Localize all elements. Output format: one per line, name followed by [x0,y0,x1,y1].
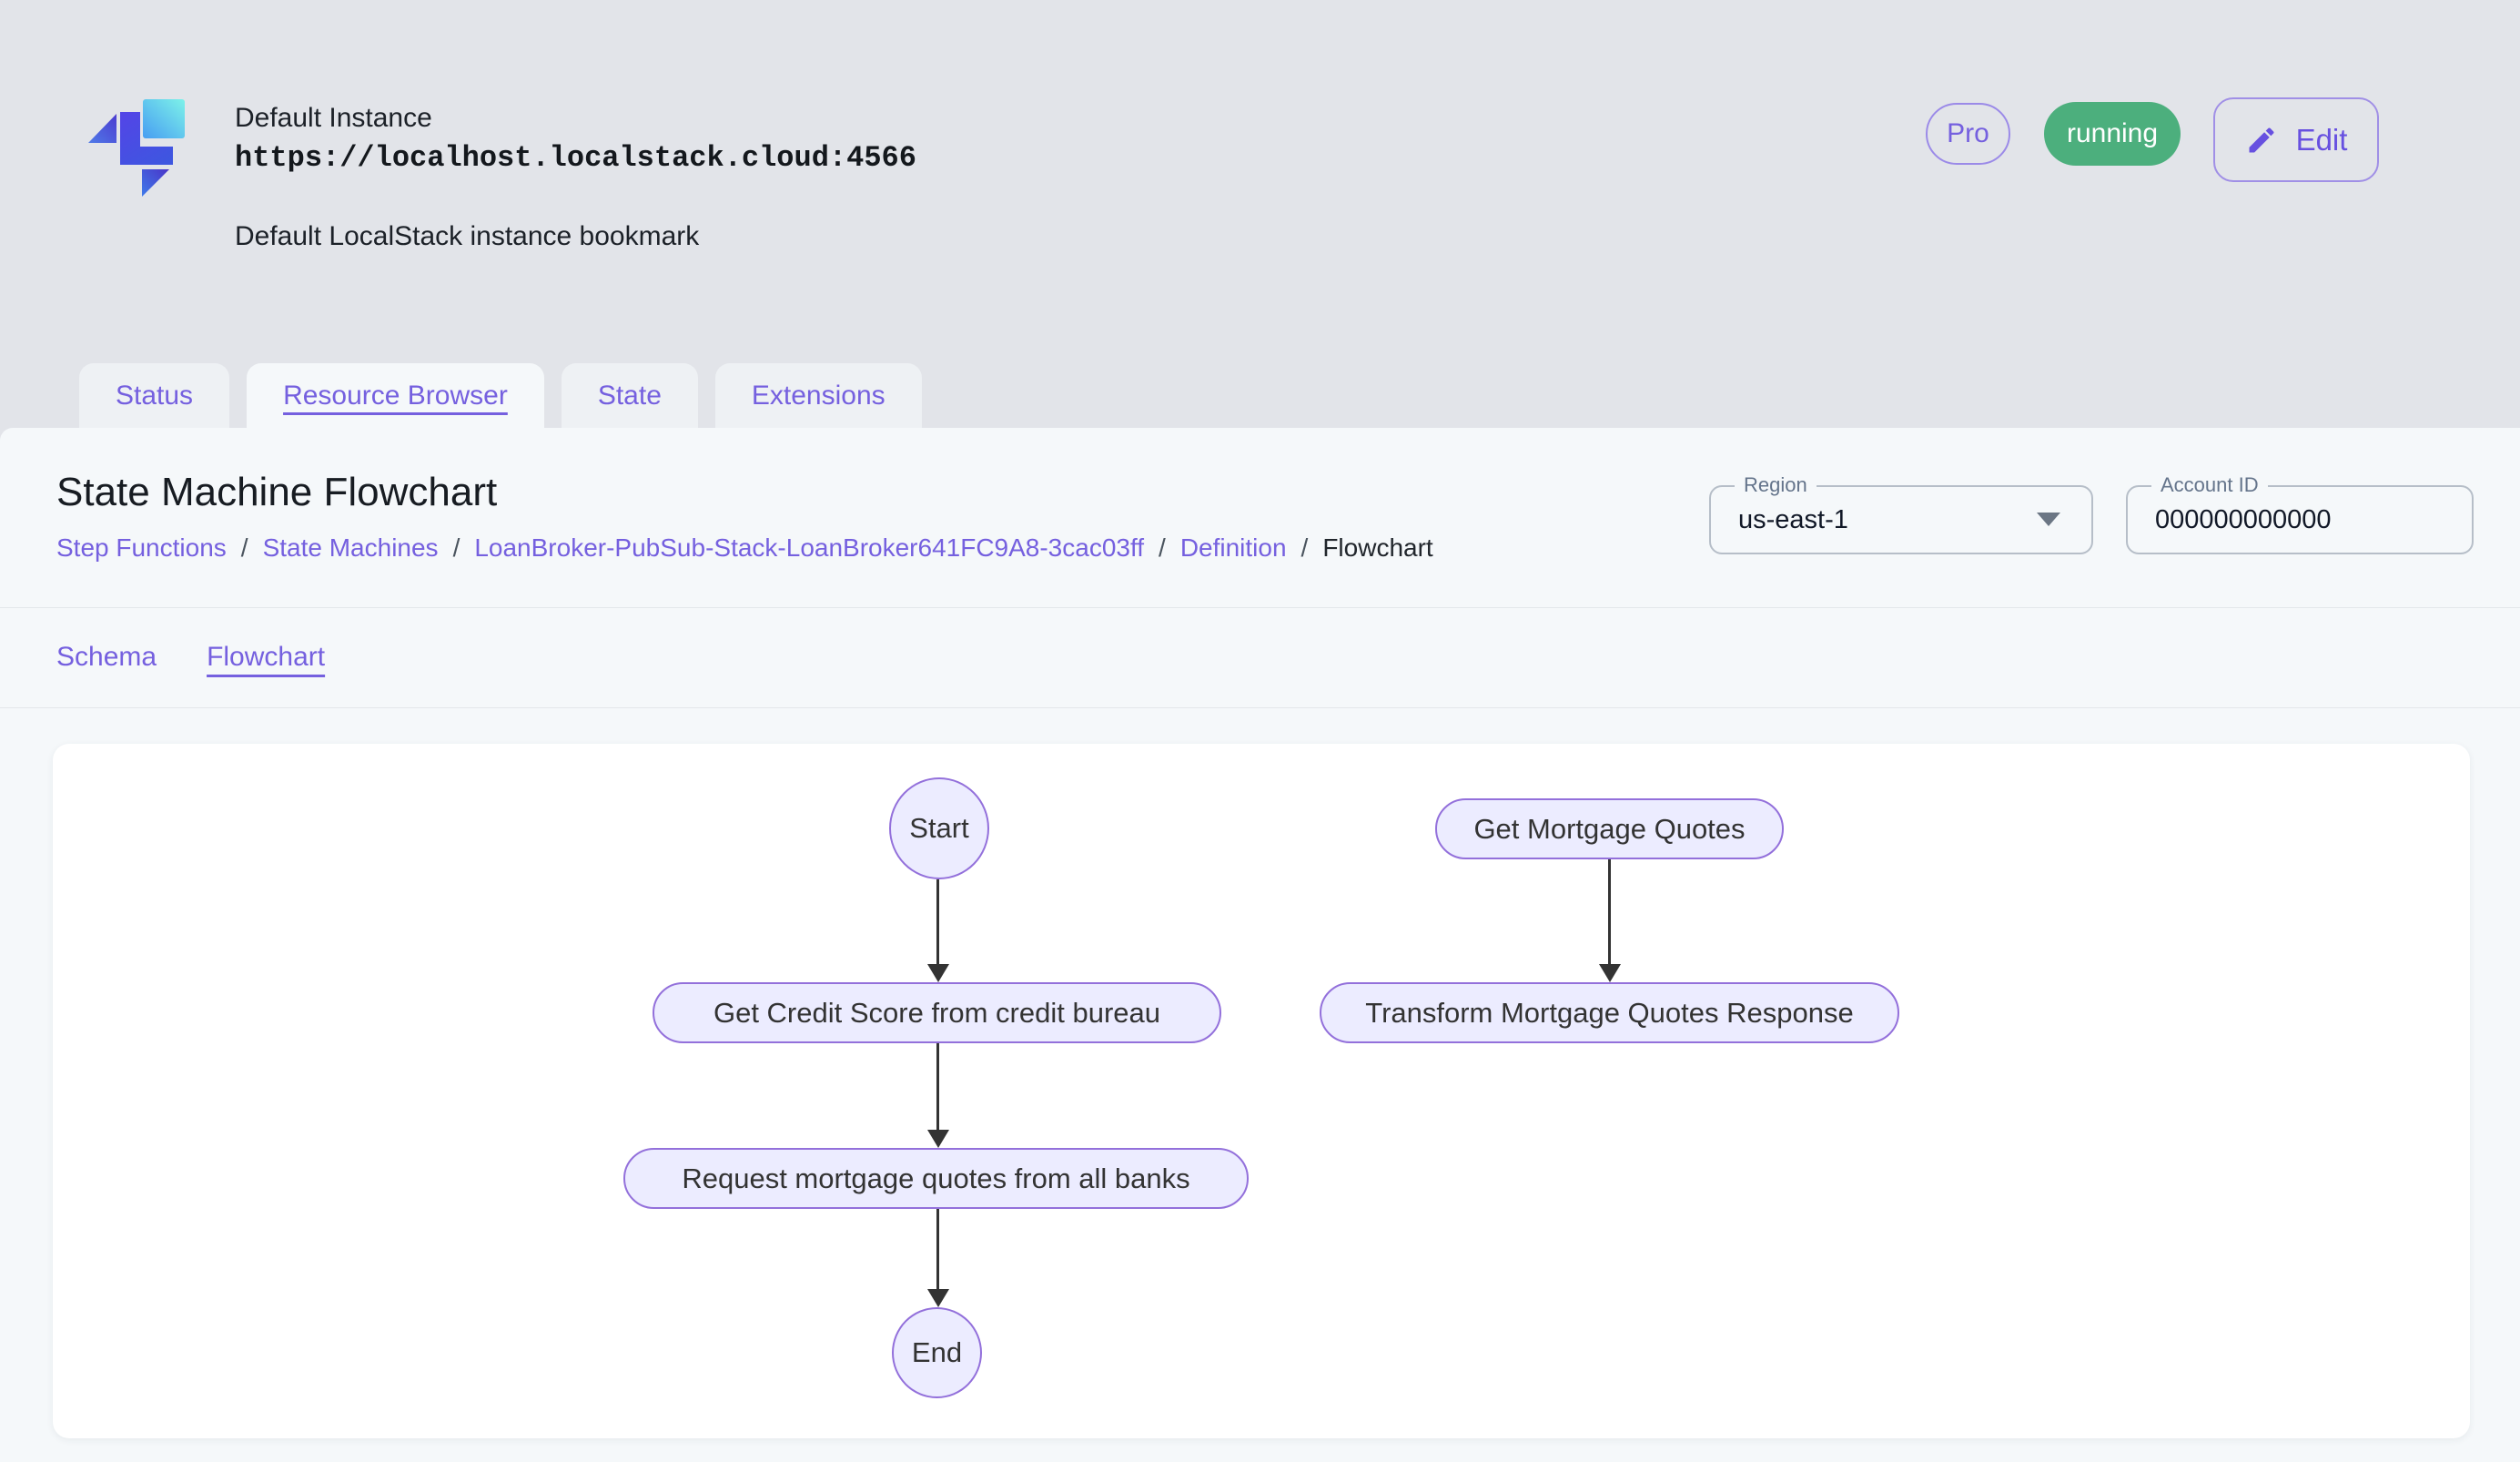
flow-node-start: Start [889,777,989,879]
breadcrumb-current: Flowchart [1322,533,1432,563]
breadcrumb-link-state-machines[interactable]: State Machines [263,533,439,563]
screen: Default Instance https://localhost.local… [0,0,2520,1462]
instance-url: https://localhost.localstack.cloud:4566 [235,141,916,175]
instance-description: Default LocalStack instance bookmark [235,221,699,252]
flow-node-end: End [892,1307,982,1398]
breadcrumb-separator: / [241,533,248,563]
pencil-icon [2245,124,2278,157]
flow-node-get-credit-score: Get Credit Score from credit bureau [653,982,1221,1043]
breadcrumb-separator: / [1159,533,1166,563]
arrowhead-icon [927,1130,949,1148]
flow-node-transform-quotes-response: Transform Mortgage Quotes Response [1320,982,1899,1043]
breadcrumb-separator: / [453,533,460,563]
arrowhead-icon [927,964,949,982]
main-panel: State Machine Flowchart Step Functions /… [0,428,2520,1462]
region-select[interactable]: Region us-east-1 [1709,485,2093,554]
pro-badge: Pro [1926,103,2010,165]
subtab-flowchart[interactable]: Flowchart [207,642,325,673]
status-badge: running [2044,102,2181,166]
breadcrumb-link-step-functions[interactable]: Step Functions [56,533,227,563]
arrowhead-icon [1599,964,1621,982]
account-id-field: Account ID [2126,485,2474,554]
edit-button[interactable]: Edit [2213,97,2379,182]
flowchart-card: Start Get Mortgage Quotes Get Credit Sco… [53,744,2470,1438]
tab-status[interactable]: Status [79,363,229,428]
chevron-down-icon [2037,513,2060,526]
arrowhead-icon [927,1289,949,1307]
tab-state[interactable]: State [562,363,698,428]
tab-extensions[interactable]: Extensions [715,363,922,428]
instance-name: Default Instance [235,103,432,134]
page-title: State Machine Flowchart [56,470,497,515]
breadcrumb-separator: / [1301,533,1309,563]
divider [0,607,2520,608]
flow-node-request-quotes: Request mortgage quotes from all banks [623,1148,1249,1209]
divider [0,707,2520,708]
region-value: us-east-1 [1738,487,1848,553]
breadcrumb-link-state-machine-name[interactable]: LoanBroker-PubSub-Stack-LoanBroker641FC9… [474,533,1144,563]
account-id-input[interactable] [2128,487,2472,553]
localstack-logo-icon [88,99,185,197]
subtab-schema[interactable]: Schema [56,642,157,673]
breadcrumb: Step Functions / State Machines / LoanBr… [56,533,1433,563]
breadcrumb-link-definition[interactable]: Definition [1180,533,1287,563]
sub-tabs: Schema Flowchart [56,607,325,707]
flow-node-get-mortgage-quotes: Get Mortgage Quotes [1435,798,1784,859]
tab-resource-browser[interactable]: Resource Browser [247,363,544,428]
main-tabs: Status Resource Browser State Extensions [79,363,922,428]
